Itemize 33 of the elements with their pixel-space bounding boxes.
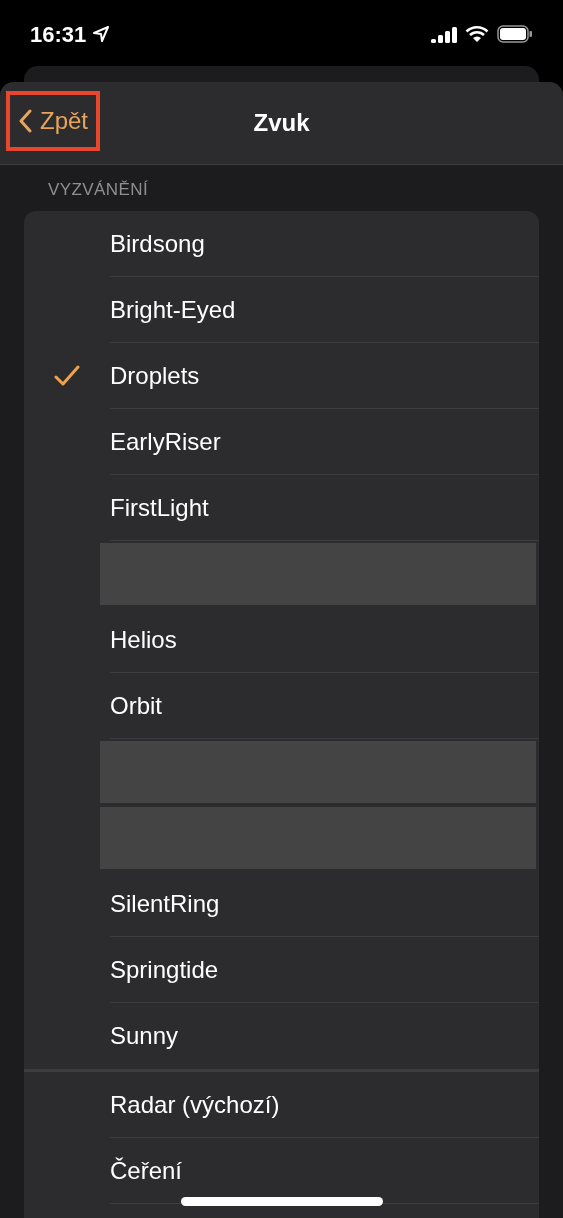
ringtone-name: Čeření — [110, 1156, 183, 1186]
chevron-left-icon — [18, 109, 32, 133]
ringtone-name: EarlyRiser — [110, 427, 221, 457]
ringtone-name: Radar (výchozí) — [110, 1090, 280, 1120]
ringtone-name: Springtide — [110, 955, 219, 985]
ringtone-row[interactable]: SilentRing — [24, 871, 539, 937]
ringtone-name: FirstLight — [110, 493, 209, 523]
location-arrow-icon — [92, 25, 111, 43]
signal-icon — [431, 25, 457, 43]
ringtone-name: Orbit — [110, 691, 162, 721]
ringtone-name: Droplets — [110, 361, 200, 391]
section-header: VYZVÁNĚNÍ — [48, 180, 149, 199]
ringtone-row[interactable]: Orbit — [24, 673, 539, 739]
ringtone-name: Bright-Eyed — [110, 295, 236, 325]
wifi-icon — [465, 25, 489, 43]
checkmark-icon — [54, 365, 80, 387]
battery-icon — [497, 25, 533, 43]
ringtone-name: SilentRing — [110, 889, 220, 919]
ringtone-row[interactable]: EarlyRiser — [24, 409, 539, 475]
ringtone-name: Birdsong — [110, 229, 205, 259]
ringtone-name: Helios — [110, 625, 177, 655]
ringtone-row[interactable]: FirstLight — [24, 475, 539, 541]
ringtone-row[interactable]: Birdsong — [24, 211, 539, 277]
status-time: 16:31 — [30, 20, 87, 49]
screen-title: Zvuk — [253, 108, 310, 138]
ringtone-row[interactable]: Radar (výchozí) — [24, 1072, 539, 1138]
ringtone-row[interactable]: Helios — [24, 607, 539, 673]
ringtone-name: Sunny — [110, 1021, 179, 1051]
ringtone-row[interactable]: Sunny — [24, 1003, 539, 1069]
ringtone-row[interactable]: Droplets — [24, 343, 539, 409]
back-button[interactable]: Zpět — [6, 91, 101, 151]
ringtone-row[interactable]: Springtide — [24, 937, 539, 1003]
ringtone-row[interactable]: Bright-Eyed — [24, 277, 539, 343]
